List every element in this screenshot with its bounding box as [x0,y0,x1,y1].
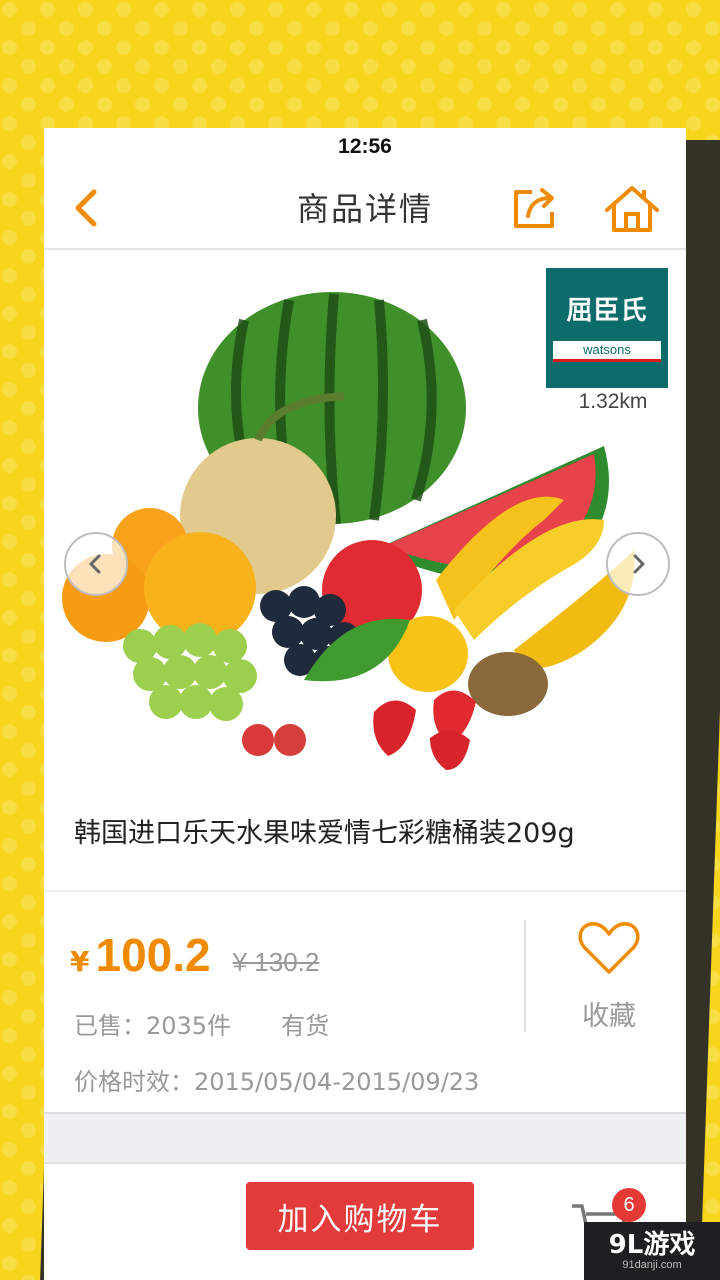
watermark-logo: 9L游戏 [608,1230,696,1260]
original-price: ¥ 130.2 [232,947,320,977]
chevron-left-icon [89,554,101,574]
price-currency: ¥ [70,945,90,978]
home-icon[interactable] [604,184,660,234]
sold-count: 已售：2035件 [74,1012,232,1040]
store-distance: 1.32km [578,390,648,413]
watermark-url: 91danji.com [622,1259,682,1271]
add-to-cart-button[interactable]: 加入购物车 [246,1182,474,1250]
vertical-divider [524,920,526,1032]
price-section: ¥ 100.2 ¥ 130.2 已售：2035件 有货 价格时效：2015/05… [44,892,686,1112]
current-price: 100.2 [95,929,211,981]
product-title: 韩国进口乐天水果味爱情七彩糖桶装209g [44,770,686,892]
chevron-right-icon [633,554,645,574]
store-logo[interactable]: 屈臣氏 watsons [546,268,668,388]
page-title: 商品详情 [296,190,433,228]
store-name-cn: 屈臣氏 [566,296,648,326]
phone-screen: 12:56 商品详情 屈臣氏 watsons 1.32km 韩国进口乐天水果味爱… [44,128,686,1280]
favorite-label: 收藏 [582,1001,636,1032]
heart-icon [578,922,640,974]
stock-status: 有货 [281,1012,330,1040]
cart-count-badge: 6 [612,1188,646,1222]
section-separator [44,1112,686,1164]
status-bar: 12:56 [44,128,686,166]
sales-info: 已售：2035件 有货 [74,1006,329,1041]
carousel-prev-button[interactable] [64,532,128,596]
site-watermark: 9L游戏 91danji.com [584,1222,720,1280]
store-logo-stripe [553,359,661,362]
carousel-next-button[interactable] [606,532,670,596]
nav-bar: 商品详情 [44,166,686,250]
store-name-en: watsons [553,341,661,359]
price-row: ¥ 100.2 ¥ 130.2 [70,928,319,982]
product-image-carousel[interactable]: 屈臣氏 watsons 1.32km [44,250,686,770]
share-icon[interactable] [510,186,558,230]
status-time: 12:56 [338,135,392,158]
favorite-button[interactable]: 收藏 [554,920,664,1033]
price-validity: 价格时效：2015/05/04-2015/09/23 [74,1068,480,1096]
